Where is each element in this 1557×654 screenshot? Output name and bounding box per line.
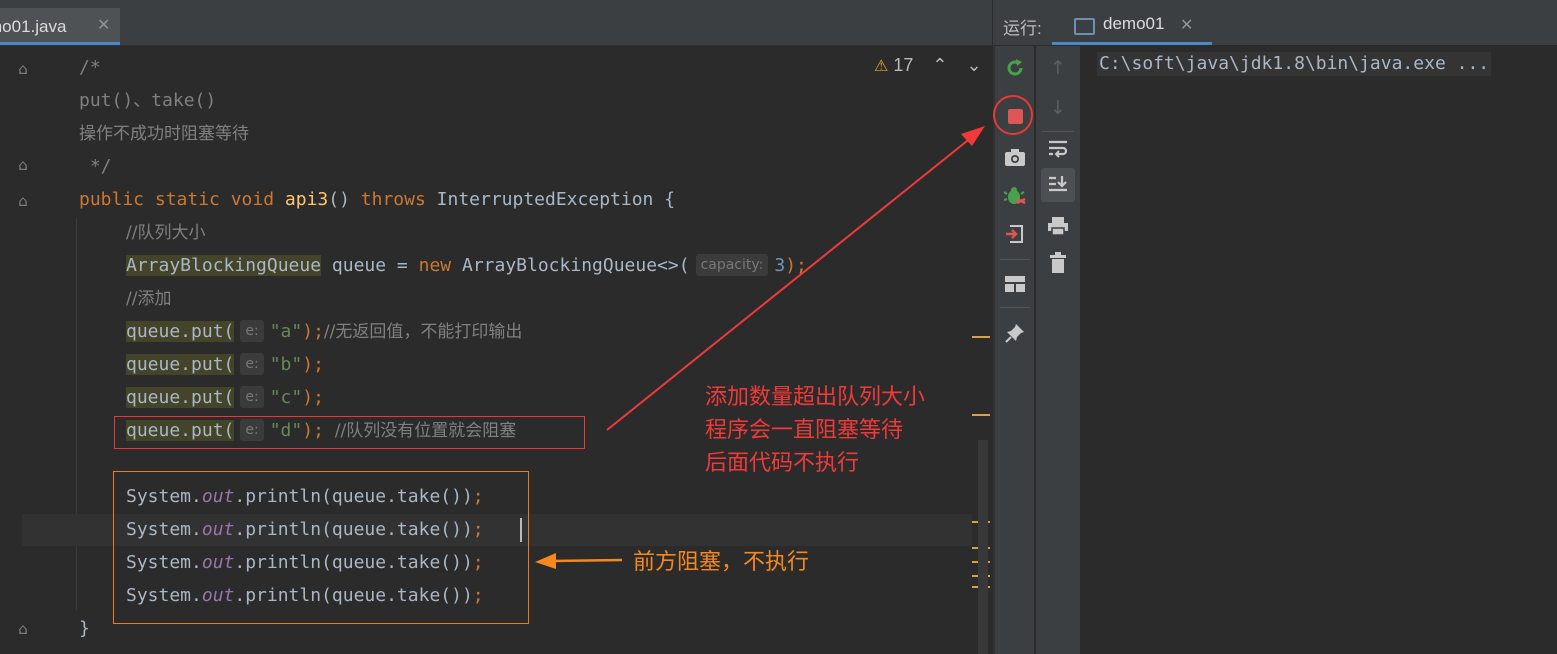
annotation-red-line: 添加数量超出队列大小: [705, 385, 926, 410]
annotation-red-line: 程序会一直阻塞等待: [705, 418, 904, 443]
annotation-orange-note: 前方阻塞，不执行: [633, 550, 810, 575]
orange-arrowhead: [535, 553, 556, 569]
annotation-red-note: 添加数量超出队列大小 程序会一直阻塞等待 后面代码不执行: [705, 381, 925, 480]
annotation-red-line: 后面代码不执行: [705, 451, 860, 476]
orange-arrow-line: [551, 558, 623, 563]
